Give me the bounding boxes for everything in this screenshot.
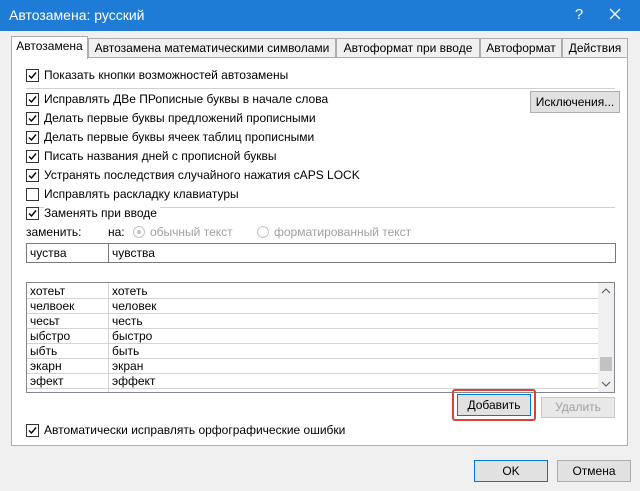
checkmark-icon bbox=[28, 152, 37, 160]
option-two-caps[interactable]: Исправлять ДВе ПРописные буквы в начале … bbox=[26, 91, 328, 107]
checkmark-icon bbox=[28, 209, 37, 217]
cancel-button[interactable]: Отмена bbox=[557, 460, 631, 482]
replace-from-input[interactable]: чуства bbox=[26, 243, 109, 263]
list-item[interactable]: хотеьт хотеть bbox=[27, 284, 599, 299]
checkbox-checked[interactable] bbox=[26, 130, 39, 144]
option-label: Заменять при вводе bbox=[44, 206, 160, 220]
option-label: Исправлять ДВе ПРописные буквы в начале … bbox=[44, 92, 329, 106]
option-auto-spelling[interactable]: Автоматически исправлять орфографические… bbox=[26, 422, 345, 438]
list-scrollbar[interactable] bbox=[598, 283, 614, 392]
autocorrect-dialog: Автозамена: русский ? Автозамена Автозам… bbox=[0, 0, 640, 491]
checkbox-checked[interactable] bbox=[26, 168, 39, 182]
formatted-text-radio[interactable]: форматированный текст bbox=[257, 224, 411, 240]
checkbox-unchecked[interactable] bbox=[26, 187, 39, 201]
title-bar: Автозамена: русский ? bbox=[0, 0, 640, 31]
replace-to-input[interactable]: чувства bbox=[108, 243, 616, 263]
chevron-up-icon bbox=[601, 288, 611, 294]
radio-unselected[interactable] bbox=[257, 226, 269, 238]
list-item[interactable]: чесьт честь bbox=[27, 314, 599, 329]
autocorrect-panel: Показать кнопки возможностей автозамены … bbox=[11, 57, 628, 446]
scroll-up-button[interactable] bbox=[598, 283, 614, 299]
list-item[interactable]: эфект эффект bbox=[27, 374, 599, 389]
option-label: Исправлять раскладку клавиатуры bbox=[44, 187, 239, 201]
checkbox-checked[interactable] bbox=[26, 423, 39, 437]
list-item[interactable]: ыбть быть bbox=[27, 344, 599, 359]
option-label: Устранять последствия случайного нажатия… bbox=[44, 168, 360, 182]
option-keyboard-layout[interactable]: Исправлять раскладку клавиатуры bbox=[26, 186, 239, 202]
help-button[interactable]: ? bbox=[566, 4, 592, 26]
option-cell-caps[interactable]: Делать первые буквы ячеек таблиц прописн… bbox=[26, 129, 314, 145]
option-day-names[interactable]: Писать названия дней с прописной буквы bbox=[26, 148, 276, 164]
option-sentence-caps[interactable]: Делать первые буквы предложений прописны… bbox=[26, 110, 316, 126]
option-caps-lock[interactable]: Устранять последствия случайного нажатия… bbox=[26, 167, 360, 183]
scroll-thumb[interactable] bbox=[600, 357, 612, 371]
window-title: Автозамена: русский bbox=[9, 7, 145, 23]
tab-autoformat-as-you-type[interactable]: Автоформат при вводе bbox=[336, 38, 480, 58]
list-item[interactable]: экарн экран bbox=[27, 359, 599, 374]
checkbox-checked[interactable] bbox=[26, 149, 39, 163]
tab-actions[interactable]: Действия bbox=[562, 38, 628, 58]
list-item[interactable]: ыбстро быстро bbox=[27, 329, 599, 344]
option-replace-as-type[interactable]: Заменять при вводе bbox=[26, 205, 160, 221]
separator bbox=[26, 88, 615, 89]
scroll-down-button[interactable] bbox=[598, 376, 614, 392]
option-label: Автоматически исправлять орфографические… bbox=[44, 423, 346, 437]
option-label: Делать первые буквы предложений прописны… bbox=[44, 111, 316, 125]
plain-text-radio[interactable]: обычный текст bbox=[133, 224, 233, 240]
checkmark-icon bbox=[28, 171, 37, 179]
replace-label: заменить: bbox=[26, 225, 82, 239]
option-show-buttons[interactable]: Показать кнопки возможностей автозамены bbox=[26, 67, 288, 83]
replacement-list[interactable]: хотеьт хотеть челвоек человек чесьт честь ы… bbox=[26, 282, 615, 393]
close-icon bbox=[609, 8, 621, 20]
checkmark-icon bbox=[28, 71, 37, 79]
option-label: Делать первые буквы ячеек таблиц прописн… bbox=[44, 130, 315, 144]
delete-button[interactable]: Удалить bbox=[541, 397, 615, 418]
radio-selected[interactable] bbox=[133, 226, 145, 238]
option-label: Писать названия дней с прописной буквы bbox=[44, 149, 277, 163]
with-label: на: bbox=[108, 225, 125, 239]
option-label: Показать кнопки возможностей автозамены bbox=[44, 68, 289, 82]
tab-autoformat[interactable]: Автоформат bbox=[480, 38, 562, 58]
exceptions-button[interactable]: Исключения... bbox=[530, 91, 620, 113]
checkmark-icon bbox=[28, 114, 37, 122]
checkbox-checked[interactable] bbox=[26, 92, 39, 106]
list-item[interactable]: челвоек человек bbox=[27, 299, 599, 314]
checkmark-icon bbox=[28, 426, 37, 434]
ok-button[interactable]: OK bbox=[474, 460, 548, 482]
checkbox-checked[interactable] bbox=[26, 206, 39, 220]
tab-math-autocorrect[interactable]: Автозамена математическими символами bbox=[88, 38, 336, 58]
checkbox-checked[interactable] bbox=[26, 68, 39, 82]
checkmark-icon bbox=[28, 95, 37, 103]
tab-autocorrect[interactable]: Автозамена bbox=[11, 36, 88, 59]
checkbox-checked[interactable] bbox=[26, 111, 39, 125]
checkmark-icon bbox=[28, 133, 37, 141]
close-button[interactable] bbox=[600, 3, 630, 27]
add-button[interactable]: Добавить bbox=[457, 394, 531, 416]
chevron-down-icon bbox=[601, 381, 611, 387]
